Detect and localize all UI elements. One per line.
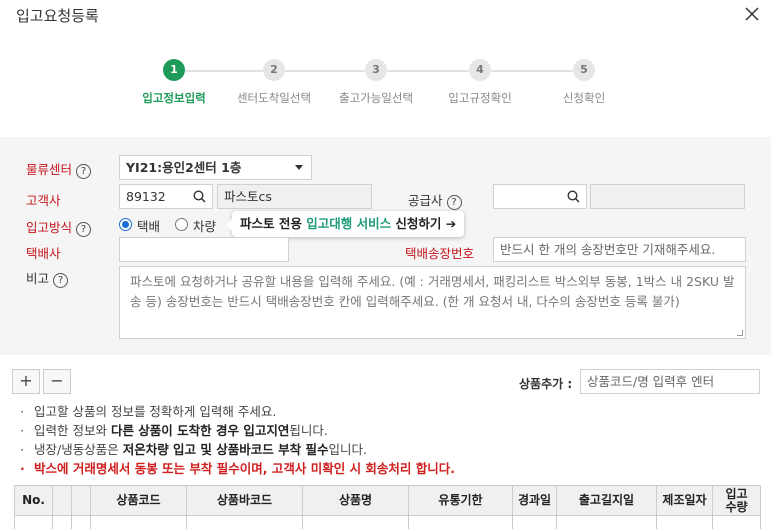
radio-parcel-label[interactable]: 택배 <box>137 216 160 235</box>
resize-handle-icon[interactable] <box>737 330 743 336</box>
promo-suffix: 신청하기 ➔ <box>391 216 457 231</box>
table-header-row: No. 상품코드 상품바코드 상품명 유통기한 경과일 출고길지일 제조일자 입… <box>14 485 761 516</box>
help-icon[interactable]: ? <box>53 273 69 288</box>
step-label: 입고규정확인 <box>448 91 512 105</box>
search-icon[interactable] <box>193 190 206 203</box>
notice-emphasis: 저온차량 입고 및 상품바코드 부착 필수 <box>122 442 329 457</box>
step-number: 1 <box>163 59 185 81</box>
notice-item: · 입력한 정보와 다른 상품이 도착한 경우 입고지연됩니다. <box>20 423 328 438</box>
inbound-service-promo[interactable]: 파스토 전용 입고대행 서비스 신청하기 ➔ <box>225 211 465 237</box>
method-label: 입고방식 <box>26 220 73 235</box>
col-product-name[interactable]: 상품명 <box>302 485 409 516</box>
invoice-input[interactable]: 반드시 한 개의 송장번호만 기재해주세요. <box>493 237 746 262</box>
step-label: 센터도착일선택 <box>236 91 312 105</box>
col-product-barcode[interactable]: 상품바코드 <box>186 485 303 516</box>
supplier-label: 공급사 <box>408 193 443 208</box>
supplier-name-field <box>590 184 745 209</box>
radio-vehicle-label[interactable]: 차량 <box>193 216 216 235</box>
col-product-code[interactable]: 상품코드 <box>90 485 187 516</box>
product-add-label: 상품추가 : <box>519 377 573 391</box>
step-label: 출고가능일선택 <box>338 91 414 105</box>
supplier-label-wrap: 공급사? <box>408 190 462 210</box>
add-row-button[interactable]: + <box>12 369 40 394</box>
center-select-value: YI21:용인2센터 1층 <box>126 160 242 175</box>
help-icon[interactable]: ? <box>76 222 92 237</box>
radio-vehicle[interactable] <box>175 218 188 231</box>
courier-label: 택배사 <box>26 246 61 261</box>
supplier-code-input[interactable] <box>493 184 587 209</box>
memo-label-wrap: 비고? <box>26 268 69 288</box>
col-qty[interactable]: 입고 수량 <box>712 485 761 516</box>
col-ship-limit[interactable]: 출고길지일 <box>556 485 657 516</box>
notice-item: · 입고할 상품의 정보를 정확하게 입력해 주세요. <box>20 404 277 419</box>
memo-label: 비고 <box>26 271 50 286</box>
step-number: 5 <box>573 59 595 81</box>
notice-text: 냉장/냉동상품은 <box>34 442 123 457</box>
col-no: No. <box>14 485 53 516</box>
step-label: 입고정보입력 <box>142 91 206 105</box>
notice-text: 됩니다. <box>289 423 328 438</box>
col-elapsed[interactable]: 경과일 <box>512 485 557 516</box>
step-3: 3 출고가능일선택 <box>321 59 431 106</box>
notice-list: · 입고할 상품의 정보를 정확하게 입력해 주세요. · 입력한 정보와 다른 상… <box>20 402 455 478</box>
table-row <box>14 515 761 529</box>
product-add-input[interactable]: 상품코드/명 입력후 엔터 <box>580 369 760 394</box>
memo-placeholder: 파스토에 요청하거나 공유할 내용을 입력해 주세요. (예 : 거래명세서, … <box>130 274 735 309</box>
method-label-wrap: 입고방식? <box>26 217 92 237</box>
help-icon[interactable]: ? <box>446 195 462 210</box>
promo-highlight: 입고대행 서비스 <box>306 216 392 231</box>
notice-emphasis: 다른 상품이 도착한 경우 입고지연 <box>110 423 290 438</box>
step-1: 1 입고정보입력 <box>119 59 229 106</box>
customer-label: 고객사 <box>26 193 61 208</box>
customer-name-field: 파스토cs <box>217 184 372 209</box>
notice-text: 입력한 정보와 <box>34 423 111 438</box>
step-number: 2 <box>263 59 285 81</box>
step-label: 신청확인 <box>562 91 606 105</box>
notice-text: 입니다. <box>328 442 367 457</box>
step-4: 4 입고규정확인 <box>425 59 535 106</box>
radio-parcel[interactable] <box>119 218 132 231</box>
step-5: 5 신청확인 <box>529 59 639 106</box>
product-table: No. 상품코드 상품바코드 상품명 유통기한 경과일 출고길지일 제조일자 입… <box>14 485 761 529</box>
remove-row-button[interactable]: − <box>43 369 71 394</box>
notice-item-warning: · 박스에 거래명세서 동봉 또는 부착 필수이며, 고객사 미확인 시 회송처리… <box>20 461 456 476</box>
memo-textarea[interactable]: 파스토에 요청하거나 공유할 내용을 입력해 주세요. (예 : 거래명세서, … <box>119 266 746 339</box>
close-icon[interactable] <box>742 4 762 24</box>
help-icon[interactable]: ? <box>76 164 92 179</box>
step-progress: 1 입고정보입력 2 센터도착일선택 3 출고가능일선택 4 입고규정확인 5 … <box>0 59 771 109</box>
courier-input[interactable] <box>119 237 289 262</box>
center-select[interactable]: YI21:용인2센터 1층 <box>119 155 312 180</box>
chevron-down-icon <box>295 165 303 170</box>
step-2: 2 센터도착일선택 <box>219 59 329 106</box>
invoice-label: 택배송장번호 <box>405 246 475 261</box>
notice-item: · 냉장/냉동상품은 저온차량 입고 및 상품바코드 부착 필수입니다. <box>20 442 367 457</box>
col-expiry[interactable]: 유통기한 <box>408 485 513 516</box>
search-icon[interactable] <box>567 190 580 203</box>
notice-warning-text: 박스에 거래명세서 동봉 또는 부착 필수이며, 고객사 미확인 시 회송처리 … <box>34 461 456 476</box>
center-label-wrap: 물류센터? <box>26 159 92 179</box>
col-blank-2 <box>71 485 91 516</box>
customer-code-value: 89132 <box>126 189 166 204</box>
center-label: 물류센터 <box>26 162 73 177</box>
customer-code-input[interactable]: 89132 <box>119 184 213 209</box>
step-number: 4 <box>469 59 491 81</box>
notice-text: 입고할 상품의 정보를 정확하게 입력해 주세요. <box>34 404 277 419</box>
col-mfg-date[interactable]: 제조일자 <box>656 485 713 516</box>
col-blank-1 <box>52 485 72 516</box>
step-number: 3 <box>365 59 387 81</box>
dialog-title: 입고요청등록 <box>16 7 99 25</box>
promo-prefix: 파스토 전용 <box>240 216 307 231</box>
